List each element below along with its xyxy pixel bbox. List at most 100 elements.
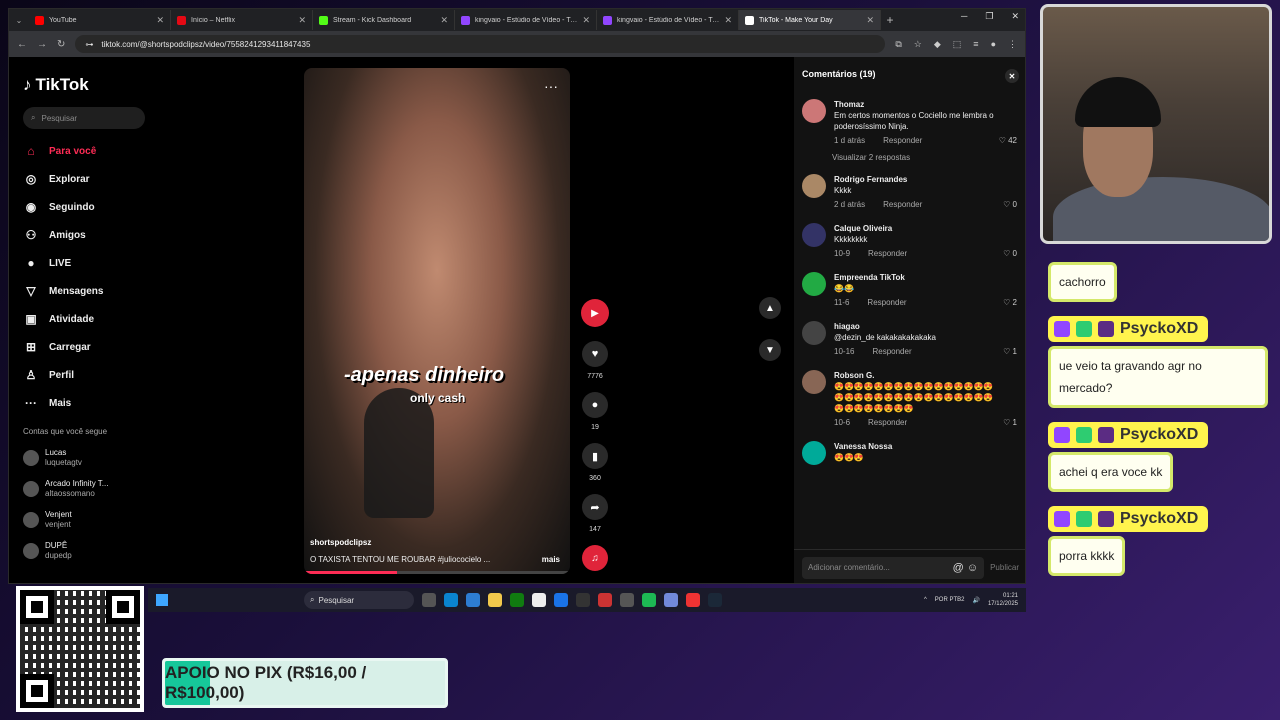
reply-button[interactable]: Responder [868, 418, 907, 427]
tiktok-logo[interactable]: ♪ TikTok [23, 75, 159, 95]
nav-item[interactable]: ⊞ Carregar [23, 333, 159, 361]
discord-icon[interactable] [664, 593, 678, 607]
app-icon-2[interactable] [598, 593, 612, 607]
chrome-icon[interactable] [642, 593, 656, 607]
comment-like[interactable]: ♡ 2 [1003, 298, 1017, 307]
minimize-icon[interactable]: ─ [961, 11, 967, 22]
following-account[interactable]: Arcado Infinity T... altaossomano [23, 473, 159, 504]
app-icon[interactable] [576, 593, 590, 607]
obs-icon[interactable] [686, 593, 700, 607]
profile-avatar[interactable]: ● [991, 39, 996, 50]
commenter-name[interactable]: hiagao [834, 321, 1001, 332]
creator-avatar[interactable]: ▶ [581, 299, 609, 327]
back-icon[interactable]: ← [17, 39, 27, 50]
nav-item[interactable]: ▣ Atividade [23, 305, 159, 333]
close-window-icon[interactable]: ✕ [1011, 11, 1019, 22]
commenter-avatar[interactable] [802, 441, 826, 465]
task-view-icon[interactable] [422, 593, 436, 607]
xbox-icon[interactable] [510, 593, 524, 607]
install-icon[interactable]: ⧉ [895, 39, 901, 50]
commenter-avatar[interactable] [802, 321, 826, 345]
video-more-link[interactable]: mais [542, 555, 560, 564]
browser-tab[interactable]: YouTube ✕ [29, 10, 171, 30]
lang-indicator[interactable]: POR PTB2 [935, 597, 965, 603]
commenter-name[interactable]: Vanessa Nossa [834, 441, 1001, 452]
tab-close-icon[interactable]: ✕ [440, 15, 448, 26]
video-progress-bar[interactable] [304, 571, 570, 574]
following-account[interactable]: Venjent venjent [23, 504, 159, 535]
comment-like[interactable]: ♡ 1 [1003, 347, 1017, 356]
clock[interactable]: 01:21 17/12/2025 [988, 592, 1018, 608]
tab-close-icon[interactable]: ✕ [724, 15, 732, 26]
bookmark-star-icon[interactable]: ☆ [914, 39, 922, 50]
comment-input[interactable]: Adicionar comentário... @ ☺ [802, 556, 985, 579]
nav-item[interactable]: ··· Mais [23, 389, 159, 417]
copilot-icon[interactable] [466, 593, 480, 607]
search-input[interactable]: ⌕ Pesquisar [23, 107, 145, 129]
steam-icon[interactable] [708, 593, 722, 607]
mail-icon[interactable] [554, 593, 568, 607]
video-author[interactable]: shortspodclipsz [310, 538, 371, 547]
browser-tab[interactable]: Início – Netflix ✕ [171, 10, 313, 30]
nav-item[interactable]: ♙ Perfil [23, 361, 159, 389]
following-account[interactable]: Lucas luquetagtv [23, 442, 159, 473]
video-player[interactable]: ··· -apenas dinheiro only cash shortspod… [304, 68, 570, 574]
store-icon[interactable] [532, 593, 546, 607]
browser-tab[interactable]: kingvaio - Estúdio de Vídeo - Twitch ✕ [455, 10, 597, 30]
publish-button[interactable]: Publicar [990, 563, 1019, 572]
commenter-name[interactable]: Thomaz [834, 99, 1001, 110]
save-button[interactable]: ▮ [582, 443, 608, 469]
nav-item[interactable]: ⌂ Para você [23, 137, 159, 165]
tray-chevron-icon[interactable]: ^ [924, 597, 927, 603]
windows-start-icon[interactable] [156, 594, 168, 606]
close-comments-button[interactable]: ✕ [1005, 69, 1019, 83]
browser-tab[interactable]: Stream - Kick Dashboard ✕ [313, 10, 455, 30]
nav-item[interactable]: ▽ Mensagens [23, 277, 159, 305]
reply-button[interactable]: Responder [872, 347, 911, 356]
like-button[interactable]: ♥ [582, 341, 608, 367]
commenter-avatar[interactable] [802, 223, 826, 247]
extensions-puzzle-icon[interactable]: ⬚ [953, 39, 962, 50]
following-account[interactable]: DUPÊ dupedp [23, 535, 159, 566]
mention-and-emoji-icons[interactable]: @ ☺ [953, 562, 978, 574]
reply-button[interactable]: Responder [868, 249, 907, 258]
nav-item[interactable]: ⚇ Amigos [23, 221, 159, 249]
comment-button[interactable]: ● [582, 392, 608, 418]
forward-icon[interactable]: → [37, 39, 47, 50]
commenter-avatar[interactable] [802, 272, 826, 296]
taskbar-search[interactable]: ⌕ Pesquisar [304, 591, 414, 609]
url-field[interactable]: ⊶ tiktok.com/@shortspodclipsz/video/7558… [75, 35, 886, 53]
reply-button[interactable]: Responder [883, 136, 922, 145]
share-button[interactable]: ➦ [582, 494, 608, 520]
reply-button[interactable]: Responder [883, 200, 922, 209]
tab-close-icon[interactable]: ✕ [582, 15, 590, 26]
new-tab-button[interactable]: + [881, 13, 899, 27]
commenter-name[interactable]: Empreenda TikTok [834, 272, 1001, 283]
commenter-name[interactable]: Robson G. [834, 370, 1001, 381]
comment-like[interactable]: ♡ 0 [1003, 200, 1017, 209]
comment-like[interactable]: ♡ 0 [1003, 249, 1017, 258]
nav-item[interactable]: ◉ Seguindo [23, 193, 159, 221]
reload-icon[interactable]: ↻ [57, 39, 65, 50]
commenter-avatar[interactable] [802, 99, 826, 123]
commenter-name[interactable]: Rodrigo Fernandes [834, 174, 1001, 185]
browser-tab[interactable]: TikTok - Make Your Day ✕ [739, 10, 881, 30]
previous-video-button[interactable]: ▲ [759, 297, 781, 319]
nav-item[interactable]: ● LIVE [23, 249, 159, 277]
file-explorer-icon[interactable] [488, 593, 502, 607]
tab-list-dropdown[interactable]: ⌄ [9, 16, 29, 25]
next-video-button[interactable]: ▼ [759, 339, 781, 361]
sound-disc[interactable]: ♫ [582, 545, 608, 571]
restore-icon[interactable]: ❐ [985, 11, 993, 22]
site-info-icon[interactable]: ⊶ [85, 40, 93, 49]
app-icon-3[interactable] [620, 593, 634, 607]
tab-close-icon[interactable]: ✕ [156, 15, 164, 26]
commenter-avatar[interactable] [802, 174, 826, 198]
comment-like[interactable]: ♡ 1 [1003, 418, 1017, 427]
browser-tab[interactable]: kingvaio - Estúdio de Vídeo - Twitch ✕ [597, 10, 739, 30]
nav-item[interactable]: ◎ Explorar [23, 165, 159, 193]
commenter-avatar[interactable] [802, 370, 826, 394]
tab-close-icon[interactable]: ✕ [298, 15, 306, 26]
comment-like[interactable]: ♡ 42 [999, 136, 1017, 145]
media-icon[interactable]: ≡ [973, 39, 978, 50]
